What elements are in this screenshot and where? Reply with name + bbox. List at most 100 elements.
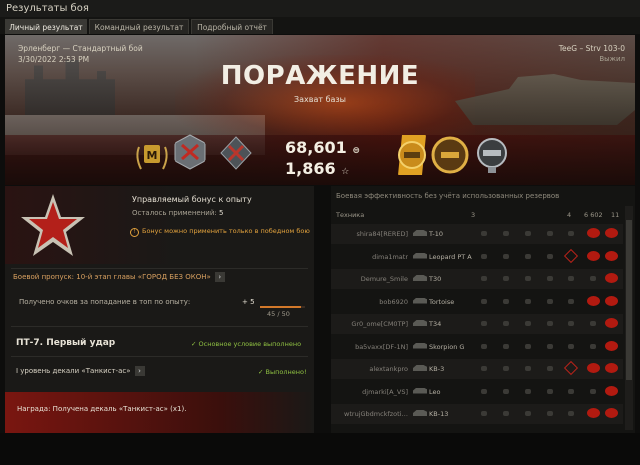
experience-value: 1,866 (285, 159, 336, 178)
mission-title: ПТ-7. Первый удар (16, 338, 116, 348)
stat-placeholder-icon (503, 253, 509, 259)
column-header-kills: 11 (611, 211, 620, 219)
player-name: Demure_Smile (360, 275, 408, 283)
player-vehicle: TeeG – Strv 103-0 (558, 44, 625, 53)
bonus-remaining-value: 5 (219, 209, 224, 217)
map-mode: Эрленберг — Стандартный бой (18, 44, 143, 53)
tab-personal-result[interactable]: Личный результат (5, 19, 87, 34)
efficiency-row[interactable]: djmarki[A_VS] Leo (331, 382, 623, 402)
mastery-badge-icon[interactable]: M (133, 135, 171, 175)
tank-name: T30 (429, 275, 442, 283)
stat-placeholder-icon (481, 231, 487, 236)
battle-pass-progress-fill (260, 306, 301, 308)
player-name: Gr0_ome[CM0TP] (351, 320, 408, 328)
player-name: djmarki[A_VS] (362, 387, 408, 396)
efficiency-row[interactable]: bob6920 Tortoise (331, 292, 623, 312)
damage-dealt-icon (605, 228, 618, 238)
efficiency-row[interactable]: dima1matr Leopard PT A (331, 247, 623, 267)
player-name: wtrujGbdmckfzoti… (344, 410, 408, 418)
stat-placeholder-icon (547, 411, 553, 416)
reward-text: Награда: Получена декаль «Танкист-ас» (x… (17, 405, 187, 413)
battle-pass-arrow-button[interactable]: › (214, 272, 225, 282)
stat-placeholder-icon (590, 276, 596, 281)
player-name: bob6920 (379, 297, 408, 306)
efficiency-row[interactable]: shira84[RERED] T-10 (331, 224, 623, 244)
tank-icon (413, 297, 427, 304)
stat-placeholder-icon (481, 253, 487, 259)
decal-arrow-button[interactable]: › (134, 366, 145, 376)
stat-placeholder-icon (590, 321, 596, 326)
stat-placeholder-icon (547, 298, 553, 304)
stat-placeholder-icon (503, 388, 509, 394)
damage-icon (587, 295, 600, 306)
damage-dealt-icon (605, 385, 618, 396)
red-star-icon (21, 194, 85, 256)
tank-icon (413, 387, 427, 394)
vehicle-column-header: Техника (336, 211, 365, 219)
stat-placeholder-icon (481, 298, 487, 304)
stat-placeholder-icon (568, 343, 574, 349)
efficiency-row[interactable]: wtrujGbdmckfzoti… KB-13 (331, 404, 623, 424)
battle-pass-progress-text: 45 / 50 (267, 310, 290, 318)
stat-placeholder-icon (525, 366, 531, 371)
reward-banner: Награда: Получена декаль «Танкист-ас» (x… (5, 392, 314, 433)
achievement-medal-icon-2[interactable] (219, 135, 253, 171)
stat-placeholder-icon (503, 343, 509, 349)
tank-icon (413, 230, 427, 236)
stat-placeholder-icon (590, 343, 596, 349)
tank-name: T34 (429, 320, 442, 328)
window-title: Результаты боя (0, 0, 640, 17)
damage-icon (587, 363, 600, 373)
player-name: ba5vaxx[DF-1N] (355, 342, 408, 351)
top-gun-medal-icon[interactable] (388, 131, 436, 179)
stat-placeholder-icon (547, 388, 553, 394)
efficiency-row[interactable]: alextankpro KB-3 (331, 359, 623, 379)
stat-placeholder-icon (481, 276, 487, 281)
tank-name: Leo (429, 387, 441, 396)
battle-pass-points-label: Получено очков за попадание в топ по опы… (19, 298, 191, 306)
achievement-medal-icon[interactable] (173, 133, 207, 171)
tank-icon (413, 275, 427, 281)
player-name: alextankpro (369, 365, 408, 373)
tank-name: T-10 (429, 230, 443, 238)
tank-icon (413, 365, 427, 371)
scrollbar-thumb[interactable] (626, 220, 632, 380)
tank-name: KB-3 (429, 365, 445, 373)
decal-status: ✓ Выполнено! (258, 368, 307, 376)
damage-dealt-icon (605, 340, 618, 351)
stat-placeholder-icon (525, 231, 531, 236)
efficiency-row[interactable]: Demure_Smile T30 (331, 269, 623, 289)
personal-progress-panel: Управляемый бонус к опыту Осталось приме… (5, 186, 314, 433)
stat-placeholder-icon (503, 411, 509, 416)
credits-value: 68,601 (285, 138, 347, 157)
tab-team-result[interactable]: Командный результат (89, 19, 189, 34)
stat-placeholder-icon (525, 411, 531, 416)
stat-placeholder-icon (568, 388, 574, 394)
stat-placeholder-icon (481, 411, 487, 416)
tank-icon (413, 342, 427, 349)
stat-placeholder-icon (503, 231, 509, 236)
damage-dealt-icon (605, 250, 618, 261)
bonus-title: Управляемый бонус к опыту (132, 195, 252, 204)
scrollbar[interactable] (625, 206, 633, 430)
stat-placeholder-icon (481, 321, 487, 326)
high-caliber-medal-icon[interactable] (473, 135, 511, 175)
efficiency-row[interactable]: Gr0_ome[CM0TP] T34 (331, 314, 623, 334)
xp-bonus-section: Управляемый бонус к опыту Осталось приме… (5, 186, 314, 264)
stat-placeholder-icon (481, 366, 487, 371)
efficiency-row[interactable]: ba5vaxx[DF-1N] Skorpion G (331, 337, 623, 357)
player-name: shira84[RERED] (356, 230, 408, 238)
column-header-assist: 4 (567, 211, 572, 219)
efficiency-title: Боевая эффективность без учёта использов… (336, 192, 560, 200)
tab-detailed-report[interactable]: Подробный отчёт (191, 19, 273, 34)
battle-pass-progress-bar (260, 306, 305, 308)
battle-pass-row: Боевой пропуск: 10-й этап главы «ГОРОД Б… (13, 272, 225, 282)
divider (11, 326, 308, 327)
bonus-remaining-label: Осталось применений: (132, 209, 217, 217)
stat-placeholder-icon (525, 298, 531, 304)
damage-icon (587, 408, 600, 418)
damage-dealt-icon (605, 318, 618, 328)
divider (11, 268, 308, 269)
stat-placeholder-icon (547, 343, 553, 349)
sharpshooter-medal-icon[interactable] (430, 135, 470, 175)
